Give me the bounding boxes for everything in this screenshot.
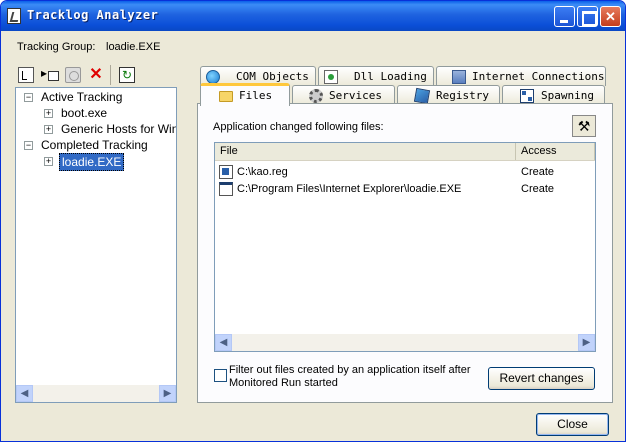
globe-icon [206,70,220,84]
scroll-left-icon[interactable]: ◀ [215,334,232,351]
filter-checkbox-label: Filter out files created by an applicati… [229,364,471,389]
expand-icon[interactable]: + [44,157,53,166]
tab-services[interactable]: Services [292,85,395,105]
file-access: Create [521,166,555,178]
close-button[interactable]: Close [536,413,609,436]
tracking-tree[interactable]: − Active Tracking + boot.exe + Generic H… [15,87,177,403]
window-title: Tracklog Analyzer [27,8,159,22]
revert-changes-button[interactable]: Revert changes [488,367,595,390]
tab-registry[interactable]: Registry [397,85,500,105]
table-row[interactable]: C:\Program Files\Internet Explorer\loadi… [215,181,595,198]
column-header-access[interactable]: Access [516,143,595,160]
toolbar-separator [110,65,111,85]
list-header: File Access [215,143,595,161]
exe-file-icon [219,182,233,196]
delete-icon[interactable]: ✕ [88,67,104,83]
reg-file-icon [219,165,233,179]
stop-icon[interactable] [65,67,81,83]
tracking-group-label: Tracking Group: [17,41,96,53]
refresh-icon[interactable]: ↻ [119,67,135,83]
registry-icon [413,87,431,105]
file-path: C:\kao.reg [237,166,288,178]
collapse-icon[interactable]: − [24,141,33,150]
files-list[interactable]: File Access C:\kao.reg Create C:\Program… [214,142,596,352]
network-icon [452,70,466,84]
column-header-file[interactable]: File [215,143,516,160]
dll-icon [324,70,338,84]
app-icon [7,8,21,24]
tracking-group-value: loadie.EXE [106,41,161,53]
tab-label: Internet Connections [472,70,605,83]
folder-icon [219,91,233,102]
tools-button[interactable]: ⚒ [572,115,596,137]
expand-icon[interactable]: + [44,109,53,118]
tab-label: Files [239,89,273,102]
title-bar[interactable]: Tracklog Analyzer ✕ [1,1,625,31]
tree-node-label: Completed Tracking [41,138,148,152]
close-window-button[interactable]: ✕ [600,6,621,27]
tree-node-label: boot.exe [61,106,108,120]
spawning-icon [520,89,534,103]
file-access: Create [521,183,555,195]
tree-node-label: Generic Hosts for WinSe [61,122,176,136]
gear-icon [309,89,323,103]
tree-node-label-selected: loadie.EXE [59,153,125,171]
tab-dll-loading[interactable]: Dll Loading [318,66,434,86]
run-icon[interactable] [41,66,59,83]
tab-label: Dll Loading [354,70,427,83]
scroll-right-icon[interactable]: ▶ [159,385,176,402]
minimize-button[interactable] [554,6,575,27]
file-path: C:\Program Files\Internet Explorer\loadi… [237,183,462,195]
tab-files[interactable]: Files [200,83,290,106]
table-row[interactable]: C:\kao.reg Create [215,164,595,181]
filter-checkbox[interactable] [214,369,227,382]
list-horizontal-scrollbar[interactable]: ◀ ▶ [215,334,595,351]
collapse-icon[interactable]: − [24,93,33,102]
tab-spawning[interactable]: Spawning [502,85,605,105]
tree-horizontal-scrollbar[interactable]: ◀ ▶ [16,385,176,402]
tab-internet-connections[interactable]: Internet Connections [436,66,606,86]
main-window: Tracklog Analyzer ✕ Tracking Group: load… [0,0,626,442]
maximize-button[interactable] [577,6,598,27]
tools-icon: ⚒ [577,118,591,134]
tree-view-icon[interactable] [18,67,34,83]
files-tab-panel: Application changed following files: ⚒ F… [197,103,613,403]
scroll-left-icon[interactable]: ◀ [16,385,33,402]
scroll-right-icon[interactable]: ▶ [578,334,595,351]
panel-caption: Application changed following files: [213,121,384,133]
expand-icon[interactable]: + [44,125,53,134]
tree-node-label: Active Tracking [41,90,123,104]
